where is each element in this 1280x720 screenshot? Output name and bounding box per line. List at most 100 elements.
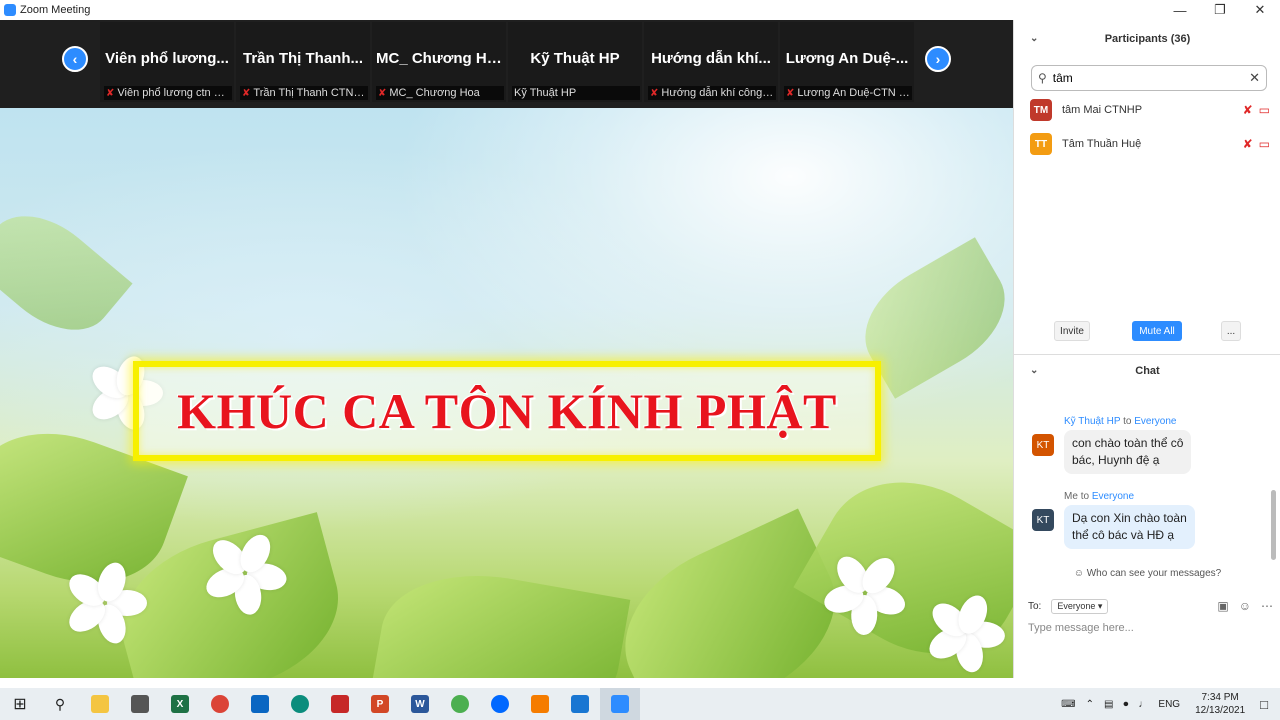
mute-all-button[interactable]: Mute All xyxy=(1132,321,1182,341)
shared-screen: KHÚC CA TÔN KÍNH PHẬT xyxy=(0,108,1013,678)
file-icon[interactable]: ▣ xyxy=(1217,599,1228,613)
avatar: KT xyxy=(1032,509,1054,531)
tile-label: Kỹ Thuật HP xyxy=(512,86,640,100)
to-word: to xyxy=(1123,416,1132,427)
keyboard-icon[interactable]: ⌨ xyxy=(1056,699,1080,710)
chat-scrollbar[interactable] xyxy=(1271,490,1276,560)
video-app-icon[interactable] xyxy=(560,688,600,720)
zalo-icon[interactable] xyxy=(480,688,520,720)
edge-icon[interactable] xyxy=(280,688,320,720)
video-tile[interactable]: Trần Thị Thanh... ✘ Trần Thị Thanh CTNVP xyxy=(236,22,370,102)
window-title: Zoom Meeting xyxy=(20,4,91,16)
windows-start-icon[interactable]: ⊞ xyxy=(0,688,40,720)
video-off-icon[interactable]: ▭ xyxy=(1259,137,1270,151)
mic-muted-icon: ✘ xyxy=(786,88,795,99)
tile-label-text: Lương An Duệ-CTN VP xyxy=(797,87,912,99)
network-icon[interactable]: ▤ xyxy=(1099,699,1118,710)
gallery-strip: ‹ Viên phổ lương... ✘ Viên phổ lương ctn … xyxy=(0,20,1013,108)
system-tray: ⌨ ⌃ ▤ ⏺ ♩ ENG 7:34 PM 12/13/2021 □ xyxy=(1056,688,1280,720)
close-button[interactable]: ✕ xyxy=(1240,0,1280,20)
mic-muted-icon[interactable]: ✘ xyxy=(1243,103,1253,117)
recipient-row: To: Everyone ▾ ▣ ☺ ⋯ xyxy=(1028,597,1273,615)
tile-label-text: Hướng dẫn khí công- ... xyxy=(661,87,776,99)
media-player-icon[interactable] xyxy=(520,688,560,720)
collapse-chevron-icon[interactable]: ⌄ xyxy=(1030,360,1038,382)
gallery-prev-button[interactable]: ‹ xyxy=(62,46,88,72)
tile-name-large: Viên phổ lương... xyxy=(105,50,229,67)
message-line: con chào toàn thể cô xyxy=(1072,436,1184,450)
tile-label-text: MC_ Chương Hoa xyxy=(389,87,480,99)
search-icon: ⚲ xyxy=(1038,71,1047,85)
zoom-app-icon xyxy=(4,4,16,16)
language-indicator[interactable]: ENG xyxy=(1153,699,1185,710)
tile-label: ✘ MC_ Chương Hoa xyxy=(376,86,504,100)
chevron-up-icon[interactable]: ⌃ xyxy=(1081,699,1099,710)
flower-decoration xyxy=(820,548,910,638)
mic-muted-icon: ✘ xyxy=(106,88,115,99)
message-sender: Me to Everyone xyxy=(1064,491,1134,502)
more-icon[interactable]: ⋯ xyxy=(1261,599,1273,613)
file-explorer-icon[interactable] xyxy=(80,688,120,720)
message-line: bác, Huynh đệ ạ xyxy=(1072,453,1160,467)
video-tile[interactable]: Lương An Duệ-... ✘ Lương An Duệ-CTN VP xyxy=(780,22,914,102)
video-tile[interactable]: Kỹ Thuật HP Kỹ Thuật HP xyxy=(508,22,642,102)
tile-name-large: Hướng dẫn khí... xyxy=(651,50,771,67)
participant-row[interactable]: TT Tâm Thuần Huệ ✘ ▭ xyxy=(1030,132,1270,156)
invite-button[interactable]: Invite xyxy=(1054,321,1090,341)
leaf-decoration xyxy=(369,558,631,678)
excel-icon[interactable]: X xyxy=(160,688,200,720)
participants-title: Participants (36) xyxy=(1104,33,1191,45)
participant-row[interactable]: TM tâm Mai CTNHP ✘ ▭ xyxy=(1030,98,1270,122)
store-icon[interactable] xyxy=(120,688,160,720)
participant-name: tâm Mai CTNHP xyxy=(1062,104,1143,116)
notification-icon[interactable]: □ xyxy=(1255,697,1280,712)
recipient-value: Everyone xyxy=(1057,600,1096,611)
word-icon[interactable]: W xyxy=(400,688,440,720)
recipient-dropdown[interactable]: Everyone ▾ xyxy=(1051,598,1109,614)
microphone-icon[interactable]: ⏺ xyxy=(1118,699,1133,710)
mic-muted-icon[interactable]: ✘ xyxy=(1243,137,1253,151)
tile-name-large: Lương An Duệ-... xyxy=(785,50,909,67)
participant-name: Tâm Thuần Huệ xyxy=(1062,138,1142,150)
collapse-chevron-icon[interactable]: ⌄ xyxy=(1030,28,1038,50)
volume-icon[interactable]: ♩ xyxy=(1133,699,1153,710)
app-icon[interactable] xyxy=(320,688,360,720)
avatar: KT xyxy=(1032,434,1054,456)
powerpoint-icon[interactable]: P xyxy=(360,688,400,720)
search-icon[interactable]: ⚲ xyxy=(40,688,80,720)
participant-search: ⚲ ✕ xyxy=(1031,65,1267,91)
tile-name-large: Kỹ Thuật HP xyxy=(530,50,620,67)
mail-icon[interactable] xyxy=(240,688,280,720)
video-tile[interactable]: Viên phổ lương... ✘ Viên phổ lương ctn hà… xyxy=(100,22,234,102)
tile-label: ✘ Lương An Duệ-CTN VP xyxy=(784,86,912,100)
zoom-taskbar-icon[interactable] xyxy=(600,688,640,720)
emoji-icon[interactable]: ☺ xyxy=(1239,599,1251,613)
maximize-button[interactable]: ❐ xyxy=(1200,0,1240,20)
recipient-name: Everyone xyxy=(1091,491,1135,502)
mic-muted-icon: ✘ xyxy=(650,88,659,99)
video-area: ‹ Viên phổ lương... ✘ Viên phổ lương ctn … xyxy=(0,20,1013,678)
title-bar: Zoom Meeting — ❐ ✕ xyxy=(0,0,1280,20)
video-off-icon[interactable]: ▭ xyxy=(1259,103,1270,117)
more-options-button[interactable]: ... xyxy=(1221,321,1241,341)
avatar: TT xyxy=(1030,133,1052,155)
app-icon[interactable] xyxy=(440,688,480,720)
message-input[interactable]: Type message here... xyxy=(1028,622,1134,634)
chrome-icon[interactable] xyxy=(200,688,240,720)
chat-bubble: con chào toàn thể cô bác, Huynh đệ ạ xyxy=(1064,430,1192,474)
clear-search-icon[interactable]: ✕ xyxy=(1249,70,1260,86)
video-tile[interactable]: MC_ Chương Hoa ✘ MC_ Chương Hoa xyxy=(372,22,506,102)
tile-label: ✘ Viên phổ lương ctn hà ... xyxy=(104,86,232,100)
divider xyxy=(1014,354,1280,355)
participant-search-input[interactable] xyxy=(1052,71,1223,85)
chat-messages: Kỹ Thuật HP to Everyone KT con chào toàn… xyxy=(1030,388,1275,568)
tile-name-large: MC_ Chương Hoa xyxy=(376,50,505,67)
who-can-see-link[interactable]: ☺ Who can see your messages? xyxy=(1014,568,1280,579)
chat-title: Chat xyxy=(1135,365,1160,377)
minimize-button[interactable]: — xyxy=(1160,0,1200,20)
tile-label-text: Viên phổ lương ctn hà ... xyxy=(117,87,232,99)
video-tile[interactable]: Hướng dẫn khí... ✘ Hướng dẫn khí công- ..… xyxy=(644,22,778,102)
gallery-next-button[interactable]: › xyxy=(925,46,951,72)
avatar: TM xyxy=(1030,99,1052,121)
clock[interactable]: 7:34 PM 12/13/2021 xyxy=(1185,691,1255,717)
